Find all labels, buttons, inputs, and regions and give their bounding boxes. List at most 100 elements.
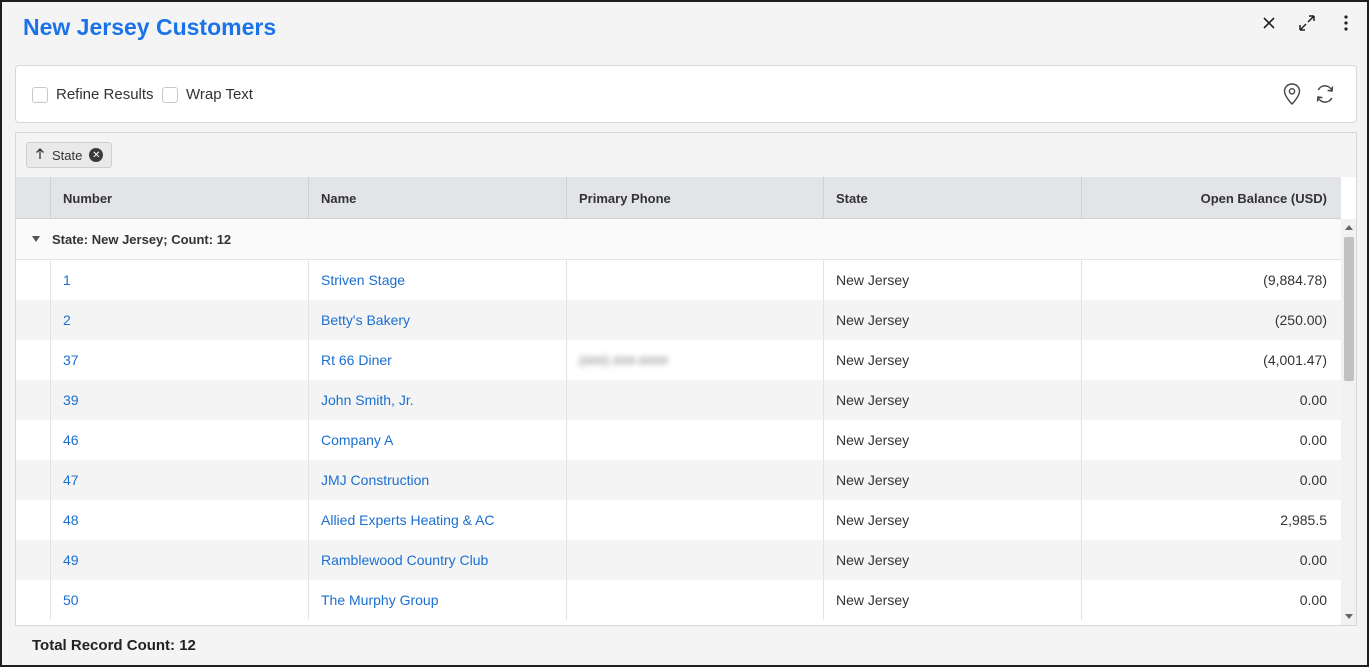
name-cell[interactable]: Striven Stage <box>308 260 566 300</box>
group-row-label: State: New Jersey; Count: 12 <box>52 231 232 247</box>
open-balance-cell: 0.00 <box>1081 460 1339 500</box>
number-cell[interactable]: 49 <box>50 540 308 580</box>
total-record-count: Total Record Count: 12 <box>32 637 196 654</box>
state-cell: New Jersey <box>823 300 1081 340</box>
row-spacer-cell <box>16 580 50 620</box>
refine-results-checkbox[interactable] <box>32 86 48 103</box>
row-spacer-cell <box>16 460 50 500</box>
row-spacer-cell <box>16 300 50 340</box>
open-balance-cell: (250.00) <box>1081 300 1339 340</box>
wrap-text-label: Wrap Text <box>186 86 253 103</box>
row-spacer-cell <box>16 380 50 420</box>
grid-rows: 1 Striven Stage New Jersey (9,884.78) 2 Betty… <box>16 260 1341 620</box>
number-cell[interactable]: 46 <box>50 420 308 460</box>
phone-cell <box>566 380 823 420</box>
row-spacer-cell <box>16 340 50 380</box>
open-balance-cell: (4,001.47) <box>1081 340 1339 380</box>
customers-grid: State ✕ Number Name Primary Phone State … <box>15 132 1357 626</box>
table-row[interactable]: 49 Ramblewood Country Club New Jersey 0.00 <box>16 540 1341 580</box>
table-row[interactable]: 48 Allied Experts Heating & AC New Jersey 2… <box>16 500 1341 540</box>
name-cell[interactable]: Betty's Bakery <box>308 300 566 340</box>
header-primary-phone[interactable]: Primary Phone <box>566 177 823 219</box>
state-cell: New Jersey <box>823 460 1081 500</box>
phone-cell <box>566 420 823 460</box>
name-cell[interactable]: Allied Experts Heating & AC <box>308 500 566 540</box>
number-cell[interactable]: 48 <box>50 500 308 540</box>
phone-cell: (###) ###-#### <box>566 340 823 380</box>
table-row[interactable]: 47 JMJ Construction New Jersey 0.00 <box>16 460 1341 500</box>
table-row[interactable]: 2 Betty's Bakery New Jersey (250.00) <box>16 300 1341 340</box>
refine-results-toggle[interactable]: Refine Results <box>32 86 154 103</box>
group-by-bar: State ✕ <box>16 133 1356 177</box>
table-row[interactable]: 1 Striven Stage New Jersey (9,884.78) <box>16 260 1341 300</box>
name-cell[interactable]: John Smith, Jr. <box>308 380 566 420</box>
open-balance-cell: 0.00 <box>1081 380 1339 420</box>
window-frame: New Jersey Customers Refine Results Wrap… <box>0 0 1369 667</box>
open-balance-cell: (9,884.78) <box>1081 260 1339 300</box>
row-spacer-cell <box>16 420 50 460</box>
table-row[interactable]: 46 Company A New Jersey 0.00 <box>16 420 1341 460</box>
name-cell[interactable]: The Murphy Group <box>308 580 566 620</box>
state-cell: New Jersey <box>823 580 1081 620</box>
name-cell[interactable]: Rt 66 Diner <box>308 340 566 380</box>
remove-group-icon[interactable]: ✕ <box>89 148 104 162</box>
expand-icon[interactable] <box>1296 12 1318 34</box>
state-cell: New Jersey <box>823 260 1081 300</box>
row-spacer-cell <box>16 500 50 540</box>
phone-cell <box>566 460 823 500</box>
phone-cell <box>566 300 823 340</box>
header-spacer <box>16 177 50 219</box>
scroll-down-icon[interactable] <box>1345 614 1353 619</box>
state-cell: New Jersey <box>823 500 1081 540</box>
number-cell[interactable]: 47 <box>50 460 308 500</box>
name-cell[interactable]: Ramblewood Country Club <box>308 540 566 580</box>
state-cell: New Jersey <box>823 340 1081 380</box>
phone-cell <box>566 580 823 620</box>
number-cell[interactable]: 50 <box>50 580 308 620</box>
wrap-text-toggle[interactable]: Wrap Text <box>162 86 253 103</box>
close-icon[interactable] <box>1258 12 1280 34</box>
wrap-text-checkbox[interactable] <box>162 86 178 103</box>
state-cell: New Jersey <box>823 420 1081 460</box>
grid-header: Number Name Primary Phone State Open Bal… <box>16 177 1341 219</box>
open-balance-cell: 0.00 <box>1081 420 1339 460</box>
header-state[interactable]: State <box>823 177 1081 219</box>
state-cell: New Jersey <box>823 540 1081 580</box>
results-toolbar: Refine Results Wrap Text <box>15 65 1357 123</box>
map-pin-icon[interactable] <box>1280 82 1304 106</box>
refine-results-label: Refine Results <box>56 86 154 103</box>
number-cell[interactable]: 1 <box>50 260 308 300</box>
more-options-icon[interactable] <box>1335 12 1357 34</box>
vertical-scrollbar[interactable] <box>1341 219 1356 625</box>
name-cell[interactable]: JMJ Construction <box>308 460 566 500</box>
collapse-caret-icon[interactable] <box>32 236 40 242</box>
name-cell[interactable]: Company A <box>308 420 566 460</box>
scrollbar-thumb[interactable] <box>1344 237 1354 381</box>
phone-cell <box>566 500 823 540</box>
row-spacer-cell <box>16 260 50 300</box>
phone-cell <box>566 260 823 300</box>
page-title: New Jersey Customers <box>23 14 277 40</box>
table-row[interactable]: 50 The Murphy Group New Jersey 0.00 <box>16 580 1341 620</box>
phone-cell <box>566 540 823 580</box>
number-cell[interactable]: 37 <box>50 340 308 380</box>
row-spacer-cell <box>16 540 50 580</box>
table-row[interactable]: 39 John Smith, Jr. New Jersey 0.00 <box>16 380 1341 420</box>
group-chip-state[interactable]: State ✕ <box>26 142 113 168</box>
number-cell[interactable]: 2 <box>50 300 308 340</box>
open-balance-cell: 0.00 <box>1081 580 1339 620</box>
header-number[interactable]: Number <box>50 177 308 219</box>
group-row[interactable]: State: New Jersey; Count: 12 <box>16 219 1341 260</box>
group-chip-label: State <box>52 147 83 163</box>
number-cell[interactable]: 39 <box>50 380 308 420</box>
scroll-up-icon[interactable] <box>1345 225 1353 230</box>
phone-value: (###) ###-#### <box>579 352 668 368</box>
header-name[interactable]: Name <box>308 177 566 219</box>
header-open-balance[interactable]: Open Balance (USD) <box>1081 177 1339 219</box>
open-balance-cell: 0.00 <box>1081 540 1339 580</box>
arrow-up-icon[interactable] <box>35 147 45 163</box>
open-balance-cell: 2,985.5 <box>1081 500 1339 540</box>
table-row[interactable]: 37 Rt 66 Diner (###) ###-#### New Jersey (4,… <box>16 340 1341 380</box>
refresh-icon[interactable] <box>1313 82 1337 106</box>
state-cell: New Jersey <box>823 380 1081 420</box>
